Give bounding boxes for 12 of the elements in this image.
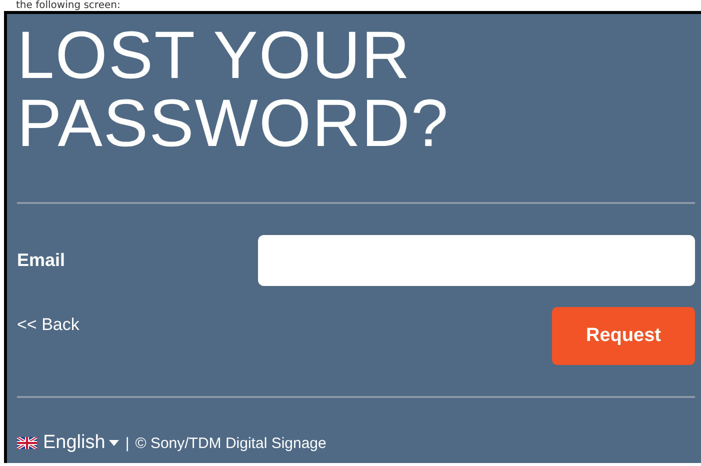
caption-text: the following screen: — [16, 0, 120, 11]
language-selector[interactable]: English — [43, 432, 120, 454]
caret-icon — [109, 440, 120, 446]
request-button[interactable]: Request — [552, 307, 695, 365]
copyright-text: © Sony/TDM Digital Signage — [135, 434, 326, 452]
separator: | — [125, 434, 130, 452]
page-title-line: LOST YOUR — [17, 22, 411, 90]
email-label: Email — [17, 250, 66, 271]
back-link[interactable]: << Back — [17, 315, 80, 335]
email-field[interactable] — [258, 235, 695, 286]
page-title-line: PASSWORD? — [17, 90, 450, 158]
flag-icon — [17, 437, 37, 449]
